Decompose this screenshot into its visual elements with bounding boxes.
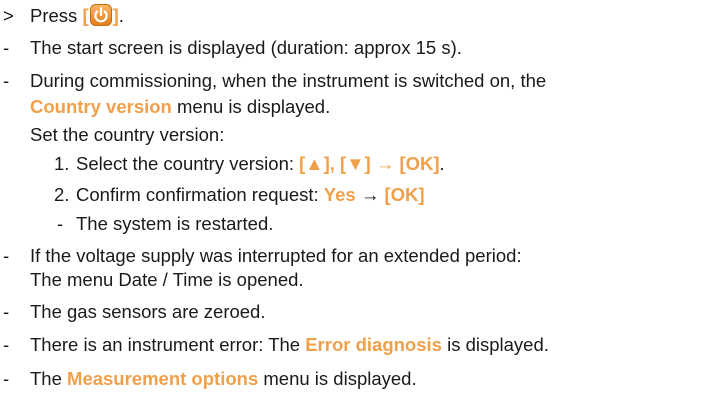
step-text: Confirm confirmation request: Yes → [OK] — [76, 184, 425, 205]
yes-label: Yes — [323, 184, 356, 205]
result-text: During commissioning, when the instrumen… — [30, 70, 547, 91]
result-text: The Measurement options menu is displaye… — [30, 368, 417, 389]
intro-text: Set the country version: — [30, 124, 225, 145]
ok-key: [OK] — [384, 184, 425, 205]
key-sequence: [▲], [▼] → [OK] — [299, 153, 440, 174]
step-number: 1. — [54, 153, 70, 174]
step-text: Press []. — [30, 4, 124, 26]
result-marker: - — [57, 213, 64, 234]
result-marker: - — [3, 301, 10, 322]
country-version-label: Country version — [30, 96, 172, 117]
result-text: The gas sensors are zeroed. — [30, 301, 266, 322]
step-text: Select the country version: [▲], [▼] → [… — [76, 153, 445, 174]
result-marker: - — [3, 245, 10, 266]
result-marker: - — [3, 334, 10, 355]
step-number: 2. — [54, 184, 70, 205]
result-marker: - — [3, 70, 10, 91]
result-marker: - — [3, 37, 10, 58]
result-text: The start screen is displayed (duration:… — [30, 37, 462, 58]
result-text: The menu Date / Time is opened. — [30, 269, 304, 290]
power-icon — [89, 4, 112, 26]
result-text: The system is restarted. — [76, 213, 274, 234]
result-text: There is an instrument error: The Error … — [30, 334, 549, 355]
error-diagnosis-label: Error diagnosis — [305, 334, 442, 355]
result-text: Country version menu is displayed. — [30, 96, 331, 117]
step-marker: > — [3, 5, 14, 26]
measurement-options-label: Measurement options — [67, 368, 259, 389]
result-text: If the voltage supply was interrupted fo… — [30, 245, 522, 266]
result-marker: - — [3, 368, 10, 389]
